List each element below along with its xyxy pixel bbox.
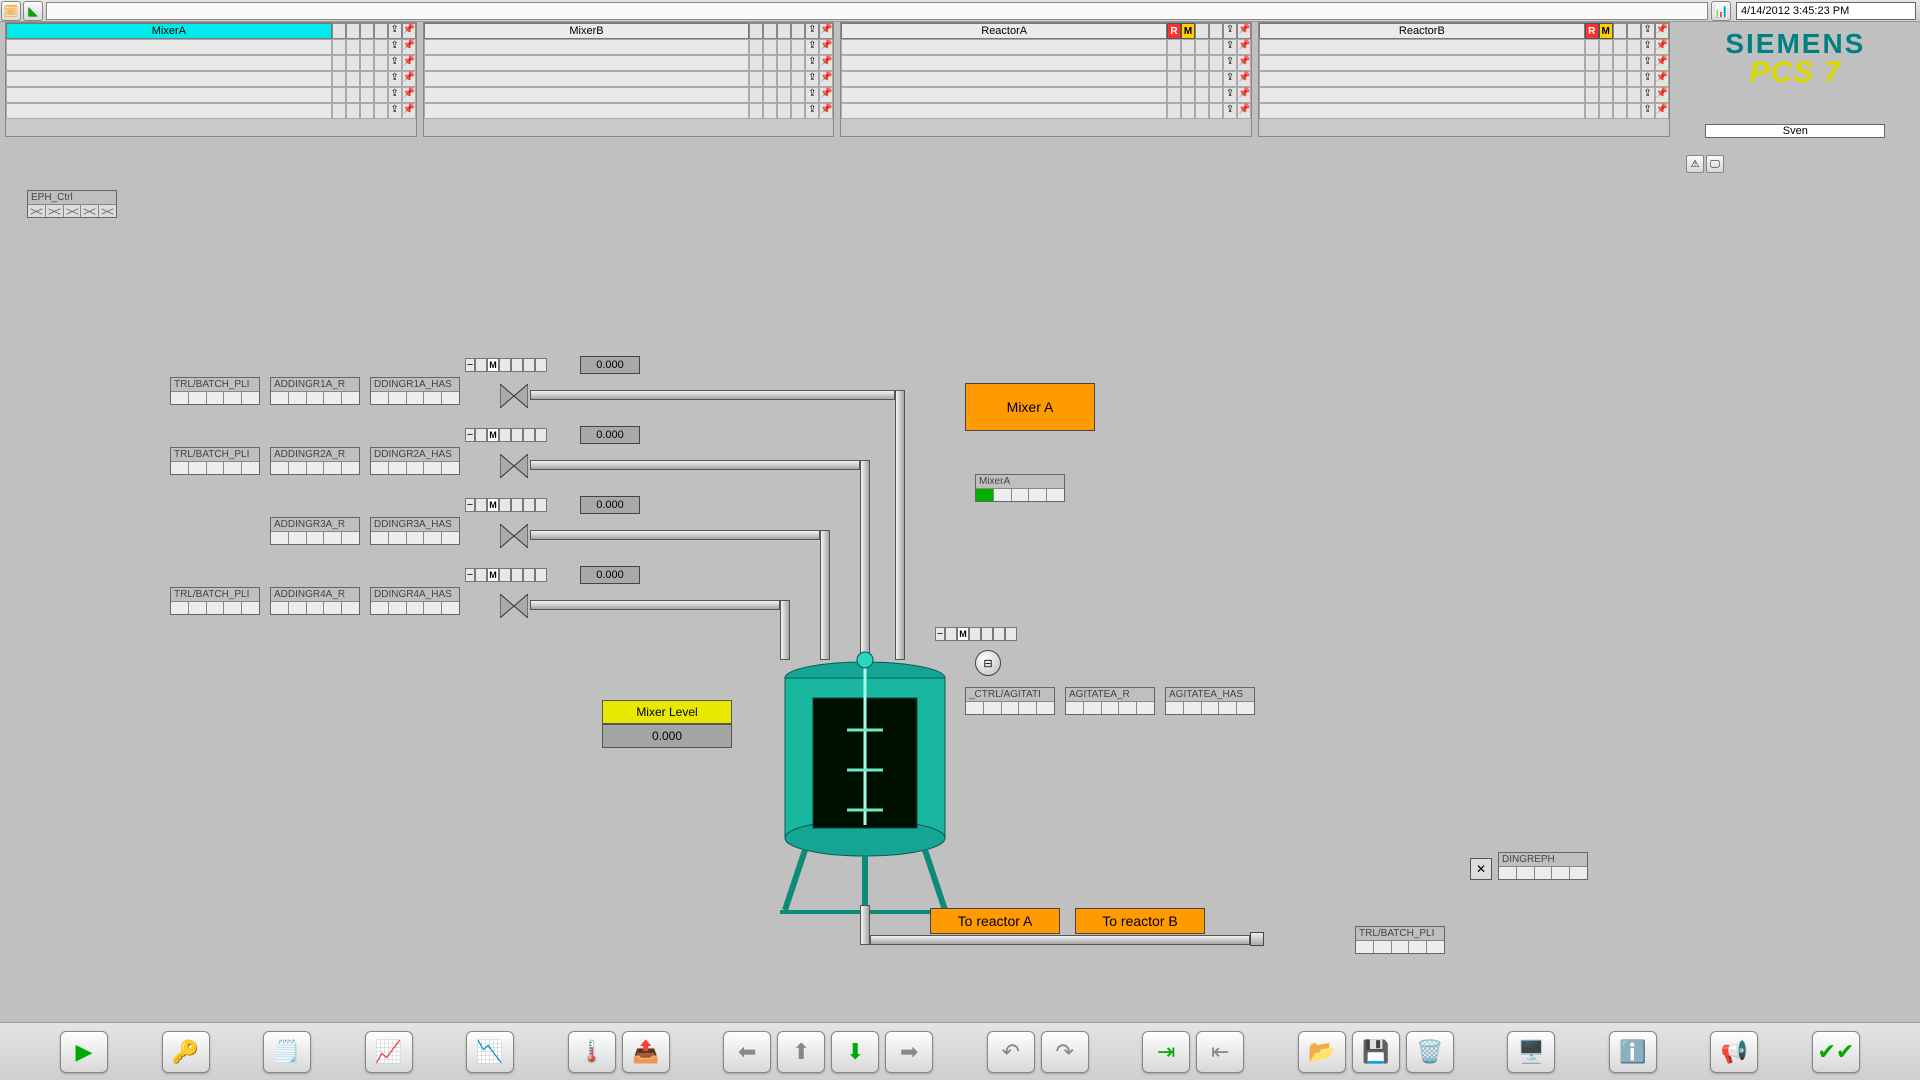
side-nav-icons: ⚠ 🖵 [1686, 155, 1724, 173]
therm-icon[interactable]: 🌡️ [568, 1031, 616, 1073]
pipe-terminal-icon [1250, 932, 1264, 946]
tag-ingr3a-has[interactable]: DDINGR3A_HAS [370, 517, 460, 545]
calendar-icon[interactable]: 🗓 [1, 1, 21, 21]
valve1-status[interactable]: −M [465, 358, 547, 372]
alarm-triangle-icon[interactable]: ◣ [23, 1, 43, 21]
step-in-icon[interactable]: ⇥ [1142, 1031, 1190, 1073]
panel-title[interactable]: MixerB [424, 23, 750, 39]
pcs7-logo: PCS 7 [1749, 56, 1841, 90]
valve4-status[interactable]: −M [465, 568, 547, 582]
valve1-icon[interactable] [500, 384, 528, 408]
tag-agit-ctrl[interactable]: _CTRL/AGITATI [965, 687, 1055, 715]
valve2-icon[interactable] [500, 454, 528, 478]
valve3-status[interactable]: −M [465, 498, 547, 512]
tag-batch1[interactable]: TRL/BATCH_PLI [170, 377, 260, 405]
tag-right-batch[interactable]: TRL/BATCH_PLI [1355, 926, 1445, 954]
agitator-status[interactable]: −M [935, 627, 1017, 641]
tag-ingr3a-r[interactable]: ADDINGR3A_R [270, 517, 360, 545]
nav-down-icon[interactable]: ⬇ [831, 1031, 879, 1073]
tag-ingr1a-has[interactable]: DDINGR1A_HAS [370, 377, 460, 405]
pipe-2v [860, 460, 870, 660]
export-icon[interactable]: 📤 [622, 1031, 670, 1073]
pipe-3v [820, 530, 830, 660]
to-reactor-b-button[interactable]: To reactor B [1075, 908, 1205, 934]
report-icon[interactable]: 📈 [365, 1031, 413, 1073]
mixer-a-button[interactable]: Mixer A [965, 383, 1095, 431]
flow4-value[interactable]: 0.000 [580, 566, 640, 584]
delete-icon[interactable]: 🗑️ [1406, 1031, 1454, 1073]
ack-all-icon[interactable]: ✔✔ [1812, 1031, 1860, 1073]
panel-title[interactable]: ReactorA [841, 23, 1167, 39]
panel-reactor-b[interactable]: ReactorB RM⇪📌 ⇪📌 ⇪📌 ⇪📌 ⇪📌 ⇪📌 [1258, 22, 1670, 137]
pipe-1v [895, 390, 905, 660]
bottom-toolbar: ▶ 🔑 🗒️ 📈 📉 🌡️ 📤 ⬅ ⬆ ⬇ ➡ ↶ ↷ ⇥ ⇤ 📂 💾 🗑️ [0, 1022, 1920, 1080]
pipe-1 [530, 390, 895, 400]
sheet-icon[interactable]: 🗒️ [263, 1031, 311, 1073]
tag-batch4[interactable]: TRL/BATCH_PLI [170, 587, 260, 615]
tag-agit-r[interactable]: AGITATEA_R [1065, 687, 1155, 715]
tag-ingr4a-r[interactable]: ADDINGR4A_R [270, 587, 360, 615]
user-display: Sven [1705, 124, 1885, 138]
flow3-value[interactable]: 0.000 [580, 496, 640, 514]
panel-mixer-a[interactable]: MixerA ⇪📌 ⇪📌 ⇪📌 ⇪📌 ⇪📌 ⇪📌 [5, 22, 417, 137]
to-reactor-a-button[interactable]: To reactor A [930, 908, 1060, 934]
horn-ack-icon[interactable]: 📢 [1710, 1031, 1758, 1073]
open-icon[interactable]: 📂 [1298, 1031, 1346, 1073]
tag-ingr4a-has[interactable]: DDINGR4A_HAS [370, 587, 460, 615]
pump-icon[interactable]: ✕ [1470, 858, 1492, 880]
valve3-icon[interactable] [500, 524, 528, 548]
tag-agit-has[interactable]: AGITATEA_HAS [1165, 687, 1255, 715]
top-toolbar: 🗓 ◣ 📊 4/14/2012 3:45:23 PM [0, 0, 1920, 22]
agitator-motor-icon[interactable]: ⊟ [975, 650, 1001, 676]
pipe-out-h [870, 935, 1250, 945]
panel-title[interactable]: MixerA [6, 23, 332, 39]
info-icon[interactable]: ℹ️ [1609, 1031, 1657, 1073]
tag-batch2[interactable]: TRL/BATCH_PLI [170, 447, 260, 475]
key-icon[interactable]: 🔑 [162, 1031, 210, 1073]
tag-ingr2a-has[interactable]: DDINGR2A_HAS [370, 447, 460, 475]
valve2-status[interactable]: −M [465, 428, 547, 442]
batch-overview-icon[interactable]: 📊 [1711, 1, 1731, 21]
mixer-level-value[interactable]: 0.000 [602, 724, 732, 748]
flow2-value[interactable]: 0.000 [580, 426, 640, 444]
flow1-value[interactable]: 0.000 [580, 356, 640, 374]
panel-mixer-b[interactable]: MixerB ⇪📌 ⇪📌 ⇪📌 ⇪📌 ⇪📌 ⇪📌 [423, 22, 835, 137]
save-icon[interactable]: 💾 [1352, 1031, 1400, 1073]
eph-ctrl-block[interactable]: EPH_Ctrl [27, 190, 117, 218]
redo-icon[interactable]: ↷ [1041, 1031, 1089, 1073]
mixera-status-block[interactable]: MixerA [975, 474, 1065, 502]
panel-reactor-a[interactable]: ReactorA RM⇪📌 ⇪📌 ⇪📌 ⇪📌 ⇪📌 ⇪📌 [840, 22, 1252, 137]
tag-ingr2a-r[interactable]: ADDINGR2A_R [270, 447, 360, 475]
mixer-tank-icon[interactable] [775, 650, 955, 935]
pipe-2 [530, 460, 860, 470]
warn-icon[interactable]: ⚠ [1686, 155, 1704, 173]
tag-dingreph[interactable]: DINGREPH [1498, 852, 1588, 880]
nav-right-icon[interactable]: ➡ [885, 1031, 933, 1073]
pipe-out-v [860, 905, 870, 945]
trend-icon[interactable]: 📉 [466, 1031, 514, 1073]
monitor-icon[interactable]: 🖥️ [1507, 1031, 1555, 1073]
undo-icon[interactable]: ↶ [987, 1031, 1035, 1073]
tag-ingr1a-r[interactable]: ADDINGR1A_R [270, 377, 360, 405]
logo-area: SIEMENS PCS 7 Sven [1676, 22, 1915, 137]
datetime-display: 4/14/2012 3:45:23 PM [1736, 2, 1916, 20]
mixer-level-label: Mixer Level [602, 700, 732, 724]
nav-up-icon[interactable]: ⬆ [777, 1031, 825, 1073]
address-field[interactable] [46, 2, 1708, 20]
run-button[interactable]: ▶ [60, 1031, 108, 1073]
screen-icon[interactable]: 🖵 [1706, 155, 1724, 173]
pipe-4 [530, 600, 780, 610]
pipe-3 [530, 530, 820, 540]
unit-panels: MixerA ⇪📌 ⇪📌 ⇪📌 ⇪📌 ⇪📌 ⇪📌 MixerB ⇪📌 ⇪📌 ⇪📌… [5, 22, 1915, 137]
valve4-icon[interactable] [500, 594, 528, 618]
nav-left-icon[interactable]: ⬅ [723, 1031, 771, 1073]
step-out-icon[interactable]: ⇤ [1196, 1031, 1244, 1073]
panel-title[interactable]: ReactorB [1259, 23, 1585, 39]
